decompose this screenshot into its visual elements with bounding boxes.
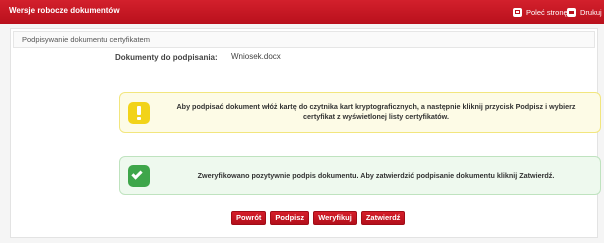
checkmark-icon [128,165,150,187]
action-buttons: Powrót Podpisz Weryfikuj Zatwierdź [231,211,406,225]
section-title: Podpisywanie dokumentu certyfikatem [22,35,150,44]
signing-panel: Podpisywanie dokumentu certyfikatem Doku… [10,28,601,238]
warning-message: Aby podpisać dokument włóż kartę do czyt… [176,102,576,121]
printer-icon [567,7,576,17]
share-icon [513,7,522,17]
exclamation-icon [128,102,150,124]
print-label: Drukuj [580,7,602,17]
page-title: Wersje robocze dokumentów [9,6,120,15]
success-alert: Zweryfikowano pozytywnie podpis dokument… [119,156,601,195]
back-button[interactable]: Powrót [231,211,267,225]
sign-button[interactable]: Podpisz [270,211,310,225]
share-page-button[interactable]: Poleć stronę [513,5,568,19]
documents-label: Dokumenty do podpisania: [115,53,218,62]
success-message: Zweryfikowano pozytywnie podpis dokument… [197,171,555,180]
document-filename: Wniosek.docx [231,52,281,61]
verify-button[interactable]: Weryfikuj [313,211,357,225]
warning-alert: Aby podpisać dokument włóż kartę do czyt… [119,92,601,133]
header-bar: Wersje robocze dokumentów Poleć stronę D… [0,0,604,24]
print-button[interactable]: Drukuj [567,5,602,19]
section-header: Podpisywanie dokumentu certyfikatem [13,31,595,48]
share-page-label: Poleć stronę [526,7,568,17]
confirm-button[interactable]: Zatwierdź [360,211,406,225]
